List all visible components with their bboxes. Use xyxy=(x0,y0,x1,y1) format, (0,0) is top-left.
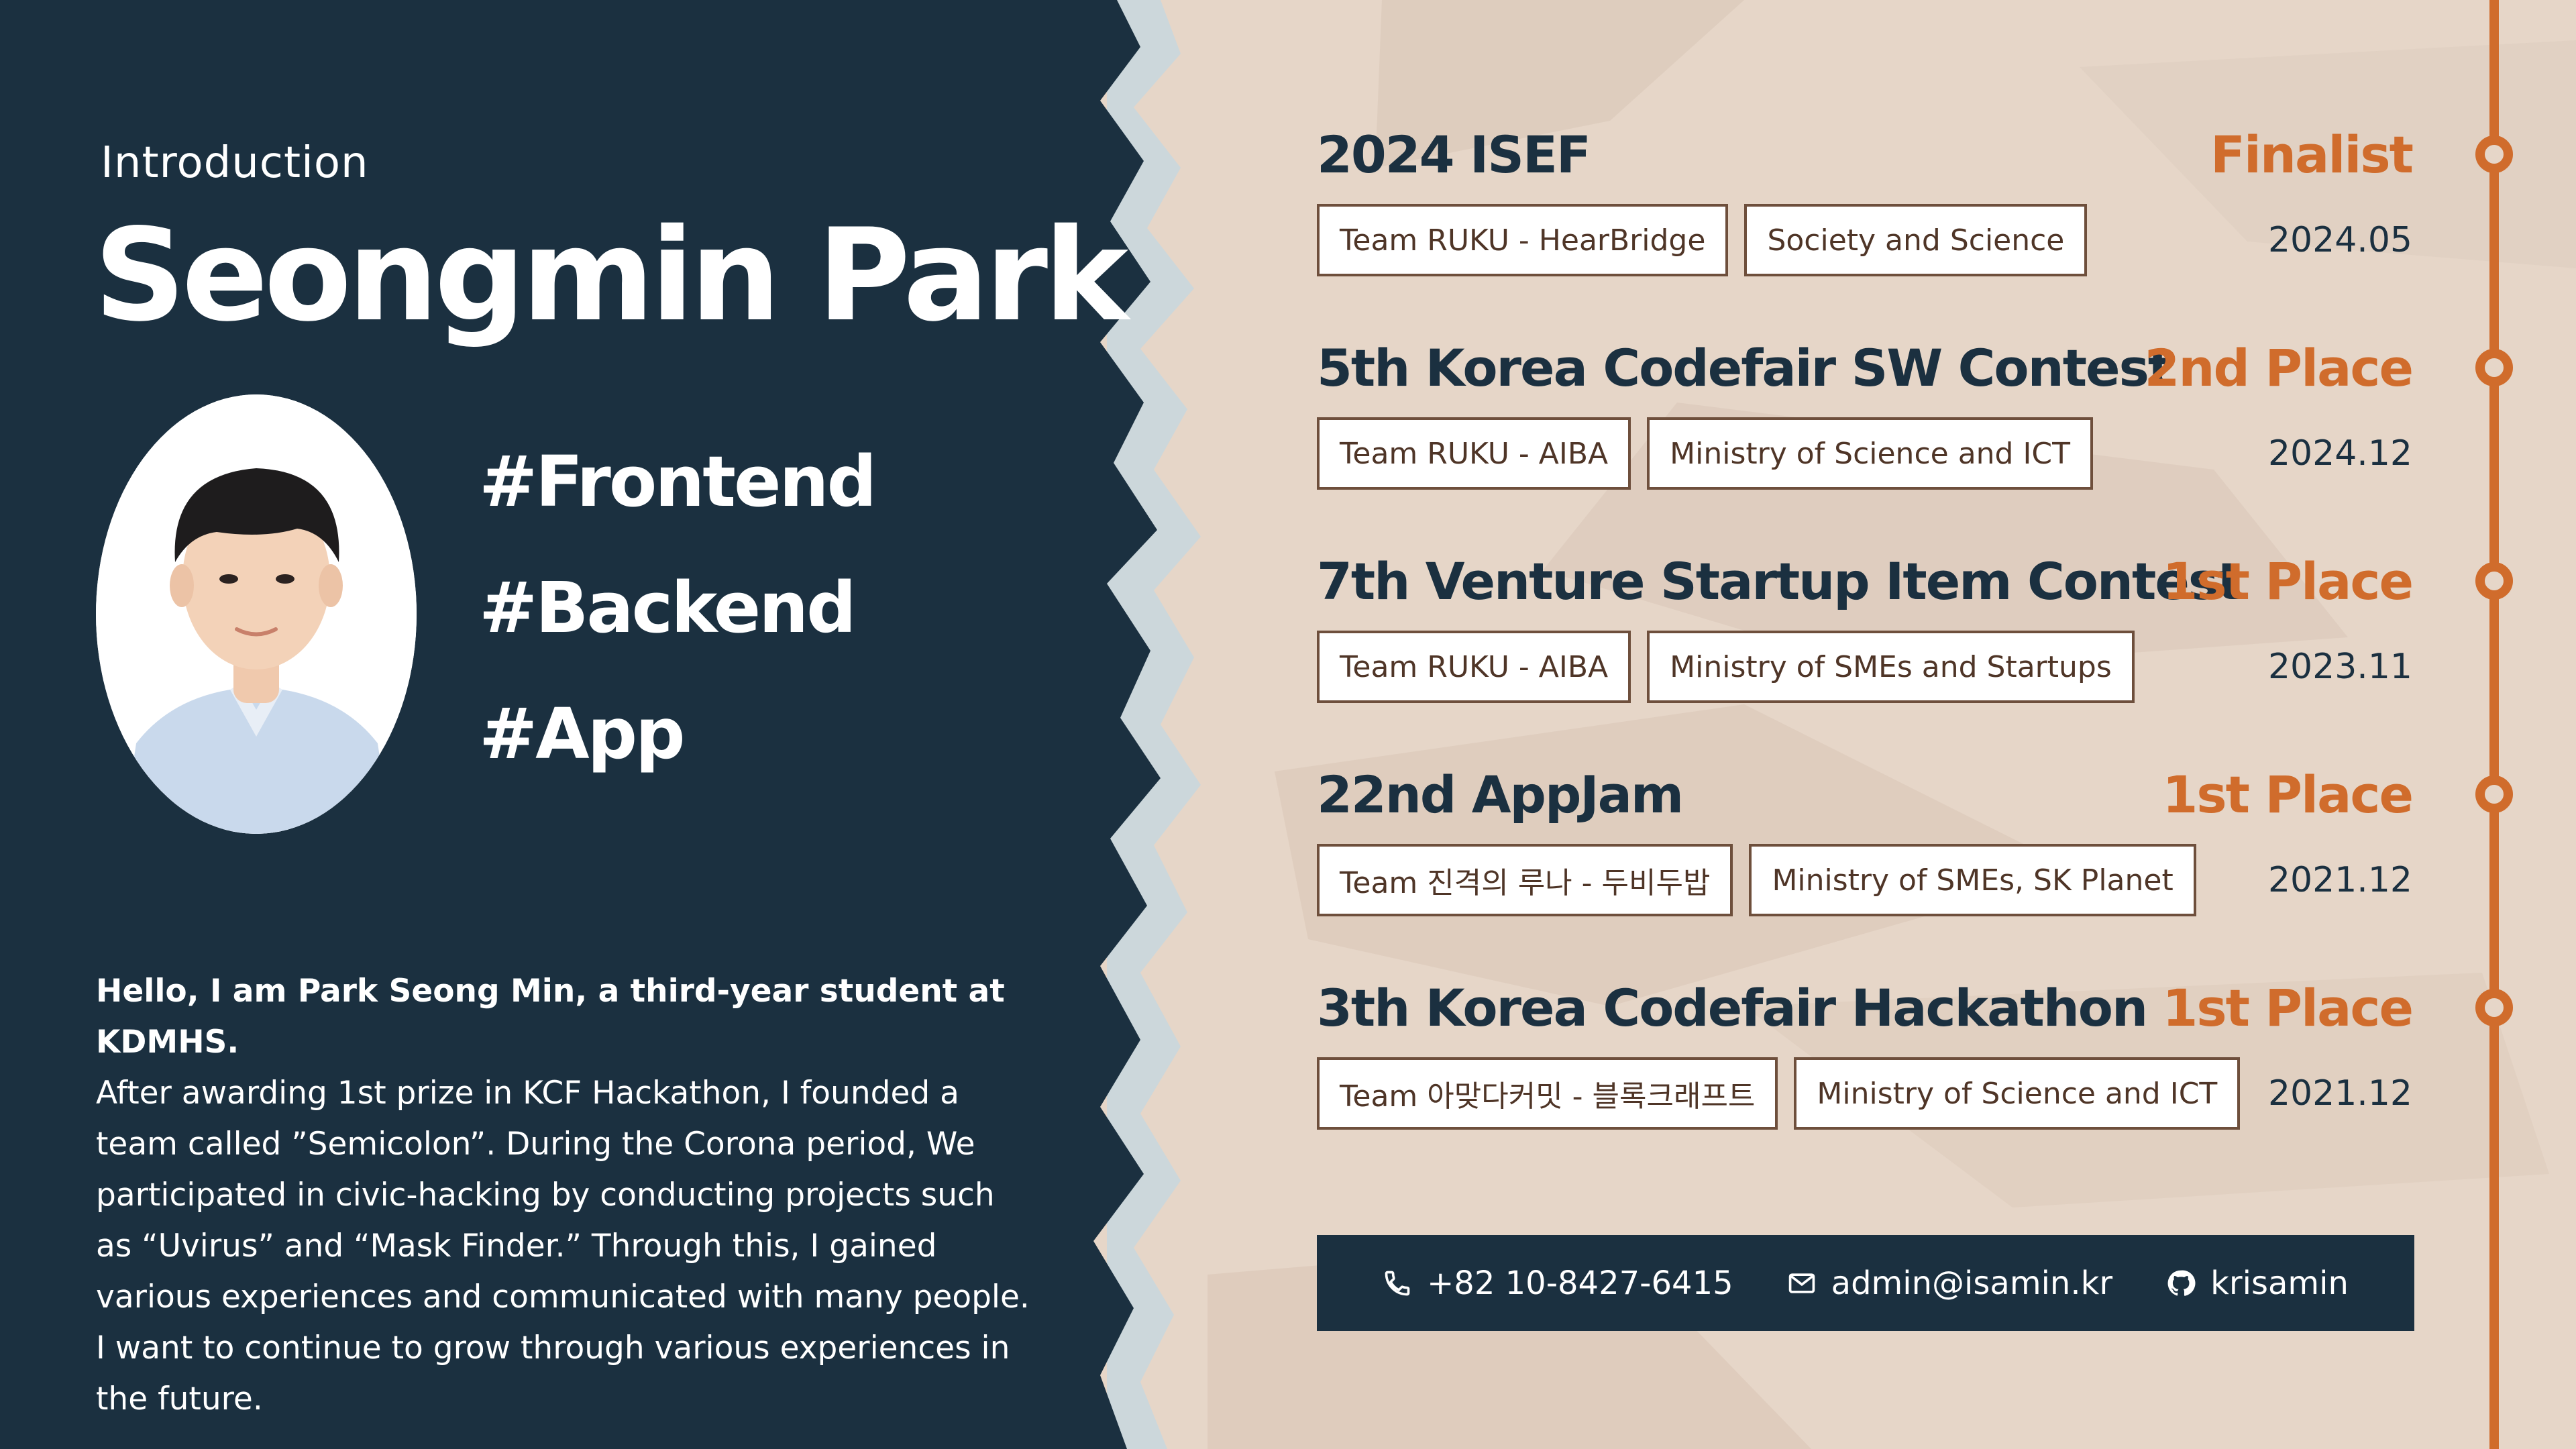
contact-email[interactable]: admin@isamin.kr xyxy=(1787,1265,2112,1302)
phone-icon xyxy=(1383,1269,1412,1298)
profile-photo xyxy=(96,394,417,834)
contact-bar: +82 10-8427-6415 admin@isamin.kr krisami… xyxy=(1317,1235,2414,1331)
awards-list: 2024 ISEF Finalist Team RUKU - HearBridg… xyxy=(1317,125,2414,1191)
award-item: 7th Venture Startup Item Contest 1st Pla… xyxy=(1317,551,2414,765)
timeline-dot xyxy=(2475,989,2513,1026)
timeline-dot xyxy=(2475,349,2513,386)
timeline-dot xyxy=(2475,136,2513,173)
hashtag-list: #Frontend #Backend #App xyxy=(479,441,877,775)
award-title: 2024 ISEF xyxy=(1317,125,1591,184)
award-title: 5th Korea Codefair SW Contest xyxy=(1317,338,2172,398)
github-username: krisamin xyxy=(2210,1264,2349,1302)
bio-paragraph: Hello, I am Park Seong Min, a third-year… xyxy=(96,966,1035,1425)
mail-icon xyxy=(1787,1269,1817,1298)
award-date: 2021.12 xyxy=(2267,860,2412,900)
award-date: 2023.11 xyxy=(2267,647,2412,687)
award-date: 2024.12 xyxy=(2267,433,2412,474)
hashtag-frontend: #Frontend xyxy=(479,441,877,523)
organizer-chip: Ministry of Science and ICT xyxy=(1647,417,2094,490)
organizer-chip: Society and Science xyxy=(1744,204,2088,276)
organizer-chip: Ministry of Science and ICT xyxy=(1794,1057,2241,1130)
team-chip: Team 진격의 루나 - 두비두밥 xyxy=(1317,844,1733,916)
award-rank: 2nd Place xyxy=(2144,338,2414,398)
timeline-dot xyxy=(2475,562,2513,600)
award-date: 2024.05 xyxy=(2267,220,2412,260)
team-chip: Team RUKU - AIBA xyxy=(1317,417,1631,490)
hashtag-app: #App xyxy=(479,693,686,775)
team-chip: Team RUKU - HearBridge xyxy=(1317,204,1729,276)
organizer-chip: Ministry of SMEs, SK Planet xyxy=(1749,844,2196,916)
award-item: 2024 ISEF Finalist Team RUKU - HearBridg… xyxy=(1317,125,2414,338)
award-rank: 1st Place xyxy=(2162,978,2414,1038)
award-date: 2021.12 xyxy=(2267,1073,2412,1114)
award-item: 3th Korea Codefair Hackathon 1st Place T… xyxy=(1317,978,2414,1191)
organizer-chip: Ministry of SMEs and Startups xyxy=(1647,631,2135,703)
contact-phone[interactable]: +82 10-8427-6415 xyxy=(1383,1265,1733,1302)
team-chip: Team 아맞다커밋 - 블록크래프트 xyxy=(1317,1057,1778,1130)
github-icon xyxy=(2166,1269,2196,1298)
award-title: 3th Korea Codefair Hackathon xyxy=(1317,978,2148,1038)
award-item: 22nd AppJam 1st Place Team 진격의 루나 - 두비두밥… xyxy=(1317,765,2414,978)
hashtag-backend: #Backend xyxy=(479,567,857,649)
email-address: admin@isamin.kr xyxy=(1831,1264,2113,1302)
bio-body: After awarding 1st prize in KCF Hackatho… xyxy=(96,1075,1030,1417)
award-title: 22nd AppJam xyxy=(1317,765,1684,824)
award-rank: Finalist xyxy=(2210,125,2414,184)
phone-number: +82 10-8427-6415 xyxy=(1427,1264,1733,1302)
award-title: 7th Venture Startup Item Contest xyxy=(1317,551,2241,611)
award-rank: 1st Place xyxy=(2162,551,2414,611)
bio-lead: Hello, I am Park Seong Min, a third-year… xyxy=(96,973,1005,1061)
award-item: 5th Korea Codefair SW Contest 2nd Place … xyxy=(1317,338,2414,551)
award-rank: 1st Place xyxy=(2162,765,2414,824)
contact-github[interactable]: krisamin xyxy=(2166,1265,2349,1302)
intro-label: Introduction xyxy=(101,138,369,188)
timeline-line xyxy=(2489,0,2499,1449)
timeline-dot xyxy=(2475,775,2513,813)
profile-name: Seongmin Park xyxy=(94,201,1128,350)
team-chip: Team RUKU - AIBA xyxy=(1317,631,1631,703)
